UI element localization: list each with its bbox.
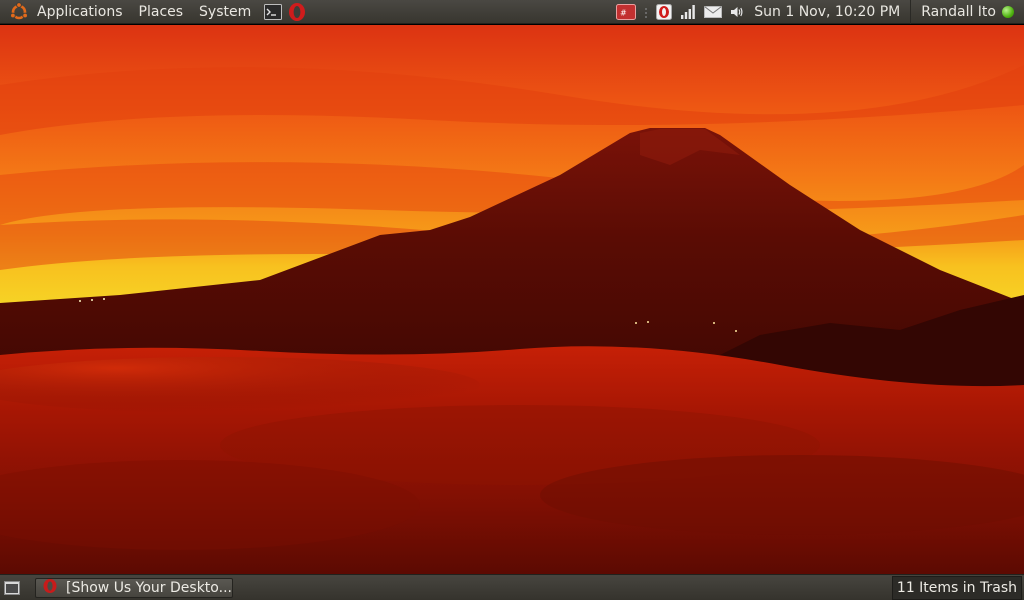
applications-menu[interactable]: Applications bbox=[29, 0, 131, 24]
opera-icon bbox=[42, 578, 58, 598]
network-signal-icon[interactable] bbox=[680, 4, 696, 20]
taskbar-window-label: [Show Us Your Deskto... bbox=[66, 579, 232, 596]
ubuntu-logo-icon[interactable] bbox=[9, 1, 29, 22]
svg-text:#: # bbox=[620, 8, 627, 17]
opera-tray-icon[interactable] bbox=[656, 3, 673, 20]
clock[interactable]: Sun 1 Nov, 10:20 PM bbox=[748, 4, 910, 20]
wallpaper-image bbox=[0, 25, 1024, 574]
system-tray: # Sun 1 Nov, 10:20 PM Randall Ito bbox=[612, 0, 1024, 24]
desktop-wallpaper[interactable] bbox=[0, 25, 1024, 574]
top-panel: Applications Places System # Sun 1 Nov, … bbox=[0, 0, 1024, 24]
separator-dots-icon bbox=[644, 5, 648, 19]
show-desktop-icon[interactable] bbox=[3, 579, 21, 597]
terminal-icon[interactable] bbox=[263, 2, 283, 22]
mail-icon[interactable] bbox=[704, 5, 723, 18]
volume-icon[interactable] bbox=[730, 5, 744, 19]
places-menu[interactable]: Places bbox=[131, 0, 192, 24]
status-online-icon[interactable] bbox=[1002, 5, 1014, 18]
bottom-panel: [Show Us Your Deskto... 11 Items in Tras… bbox=[0, 574, 1024, 600]
user-menu[interactable]: Randall Ito bbox=[910, 0, 1002, 24]
app-indicator-icon[interactable]: # bbox=[616, 3, 637, 20]
trash-applet[interactable]: 11 Items in Trash bbox=[891, 575, 1022, 600]
taskbar-window-button[interactable]: [Show Us Your Deskto... bbox=[35, 577, 233, 598]
opera-icon[interactable] bbox=[287, 2, 307, 22]
system-menu[interactable]: System bbox=[191, 0, 259, 24]
